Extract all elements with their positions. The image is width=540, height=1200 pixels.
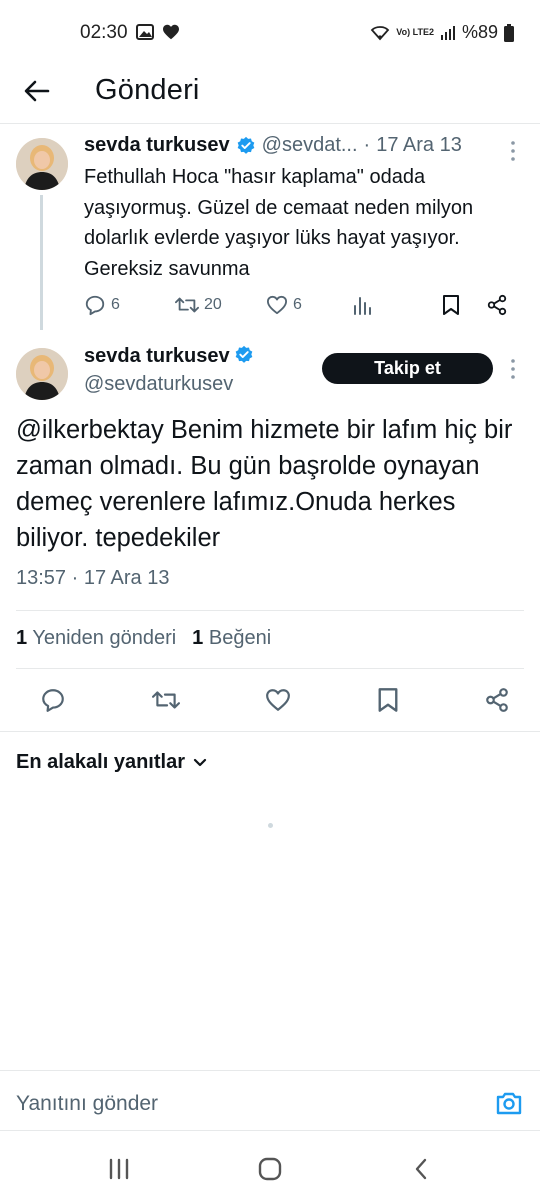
engagement-stats: 1 Yeniden gönderi 1 Beğeni <box>16 627 271 650</box>
system-back-button[interactable] <box>406 1154 436 1184</box>
back-arrow-icon <box>24 80 50 102</box>
divider <box>0 1130 540 1131</box>
reply-count: 6 <box>111 296 120 313</box>
reply-composer[interactable]: Yanıtını gönder <box>0 1072 540 1130</box>
like-icon <box>266 295 287 315</box>
more-icon[interactable] <box>508 358 518 380</box>
share-icon[interactable] <box>484 687 510 713</box>
tweet-text: Fethullah Hoca "hasır kaplama" odada yaş… <box>84 166 474 280</box>
retweet-stat-count: 1 <box>16 627 28 649</box>
home-icon <box>258 1157 282 1181</box>
system-nav-bar <box>0 1140 540 1200</box>
avatar[interactable] <box>16 138 68 190</box>
separator: · <box>363 134 371 156</box>
verified-icon <box>235 345 253 363</box>
header-divider <box>0 123 540 124</box>
replies-sort-label: En alakalı yanıtlar <box>16 751 185 773</box>
author-name[interactable]: sevda turkusev <box>84 134 230 157</box>
like-stat[interactable]: 1 Beğeni <box>192 627 271 650</box>
main-author-handle[interactable]: @sevdaturkusev <box>84 373 233 396</box>
gallery-icon <box>136 24 154 40</box>
like-stat-label: Beğeni <box>208 627 272 649</box>
chevron-down-icon <box>193 758 207 766</box>
divider <box>0 731 540 732</box>
retweet-stat-label: Yeniden gönderi <box>32 627 177 649</box>
like-count: 6 <box>293 296 302 313</box>
share-icon <box>487 294 507 316</box>
chevron-left-icon <box>415 1158 427 1180</box>
views-button[interactable] <box>352 295 442 315</box>
home-button[interactable] <box>255 1154 285 1184</box>
status-bar: 02:30 Vo) LTE2 %89 <box>0 0 540 64</box>
main-author-name[interactable]: sevda turkusev <box>84 345 230 367</box>
bookmark-icon <box>443 295 459 315</box>
retweet-icon[interactable] <box>151 687 180 713</box>
retweet-stat[interactable]: 1 Yeniden gönderi <box>16 627 176 650</box>
recent-apps-icon <box>109 1158 129 1180</box>
wifi-icon <box>371 25 390 40</box>
retweet-icon <box>175 297 199 313</box>
main-tweet-actions <box>40 687 510 713</box>
retweet-count: 20 <box>204 296 222 313</box>
reply-input[interactable]: Yanıtını gönder <box>16 1092 158 1116</box>
app-header: Gönderi <box>0 64 540 122</box>
network-label: Vo) LTE2 <box>396 27 434 37</box>
verified-icon <box>237 136 254 154</box>
like-stat-count: 1 <box>192 627 204 649</box>
tweet-timestamp[interactable]: 13:57 · 17 Ara 13 <box>16 567 169 590</box>
views-icon <box>354 297 371 315</box>
camera-icon[interactable] <box>494 1088 524 1118</box>
main-author-name-row: sevda turkusev <box>84 345 254 368</box>
reply-icon[interactable] <box>40 687 66 713</box>
thread-line <box>40 195 43 330</box>
retweet-button[interactable]: 20 <box>175 294 266 316</box>
author-handle[interactable]: @sevdat... <box>262 134 358 157</box>
loading-indicator <box>268 823 273 828</box>
divider <box>16 668 524 669</box>
reply-icon <box>85 295 105 316</box>
signal-icon <box>440 25 455 40</box>
divider <box>16 610 524 611</box>
like-icon[interactable] <box>265 688 291 712</box>
status-time: 02:30 <box>80 22 128 43</box>
avatar-image <box>16 348 68 400</box>
page-title: Gönderi <box>95 74 200 106</box>
like-button[interactable]: 6 <box>266 295 352 315</box>
battery-percent: %89 <box>461 22 498 42</box>
reply-button[interactable]: 6 <box>84 294 175 316</box>
main-tweet-text: @ilkerbektay Benim hizmete bir lafım hiç… <box>16 416 513 552</box>
divider <box>0 1070 540 1071</box>
replies-sort-dropdown[interactable]: En alakalı yanıtlar <box>16 751 207 774</box>
battery-icon <box>504 23 514 42</box>
quoted-tweet-actions: 6 20 6 <box>84 294 524 316</box>
main-avatar[interactable] <box>16 348 68 400</box>
avatar-image <box>16 138 68 190</box>
tweet-date[interactable]: 17 Ara 13 <box>376 134 462 157</box>
bookmark-icon[interactable] <box>377 687 399 713</box>
recent-apps-button[interactable] <box>104 1154 134 1184</box>
follow-button[interactable]: Takip et <box>322 353 493 384</box>
share-button[interactable] <box>486 294 508 316</box>
more-icon[interactable] <box>508 140 518 162</box>
bookmark-button[interactable] <box>442 294 486 316</box>
back-button[interactable] <box>20 74 54 108</box>
quoted-tweet-header: sevda turkusev @sevdat... · 17 Ara 13 <box>84 134 490 157</box>
heart-status-icon <box>163 24 179 40</box>
